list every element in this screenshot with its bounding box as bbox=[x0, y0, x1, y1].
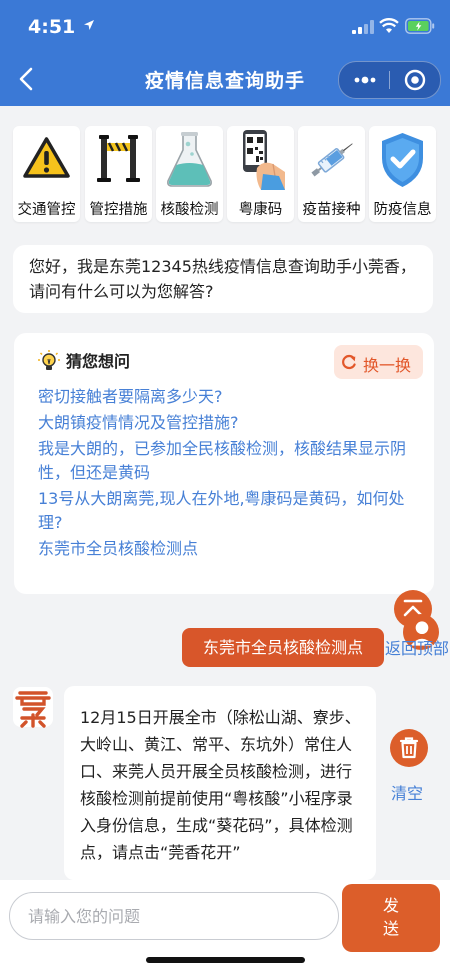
refresh-icon bbox=[342, 354, 356, 370]
greeting-message: 您好，我是东莞12345热线疫情信息查询助手小莞香，请问有什么可以为您解答? bbox=[13, 245, 433, 313]
shortcut-grid: 交通管控 管控措施 核酸检测 粤康码 疫苗接种 防疫信息 bbox=[13, 126, 439, 224]
mini-program-capsule bbox=[338, 61, 441, 99]
more-options-button[interactable] bbox=[351, 69, 379, 91]
refresh-suggestions-button[interactable]: 换一换 bbox=[334, 345, 423, 379]
question-link[interactable]: 13号从大朗离莞,现人在外地,粤康码是黄码，如何处理? bbox=[38, 487, 416, 535]
barrier-icon bbox=[97, 135, 140, 182]
question-input[interactable] bbox=[9, 892, 339, 940]
shortcut-traffic-control[interactable]: 交通管控 bbox=[13, 126, 80, 222]
close-program-button[interactable] bbox=[402, 69, 428, 91]
bot-avatar bbox=[13, 687, 53, 728]
bot-message-bubble: 12月15日开展全市（除松山湖、寮步、大岭山、黄江、常平、东坑外）常住人口、来莞… bbox=[64, 686, 376, 880]
question-link[interactable]: 密切接触者要隔离多少天? bbox=[38, 385, 416, 409]
send-button[interactable]: 发送 bbox=[342, 884, 440, 952]
back-to-top-label[interactable]: 返回顶部 bbox=[385, 635, 449, 659]
capsule-divider bbox=[389, 71, 390, 89]
question-link[interactable]: 大朗镇疫情情况及管控措施? bbox=[38, 411, 416, 435]
location-arrow-icon bbox=[84, 20, 94, 30]
suggested-questions-card: 猜您想问 换一换 密切接触者要隔离多少天? 大朗镇疫情情况及管控措施? 我是大朗… bbox=[14, 333, 434, 594]
user-message-bubble: 东莞市全员核酸检测点 bbox=[182, 628, 384, 667]
shortcut-label: 管控措施 bbox=[89, 202, 148, 218]
signal-icon bbox=[352, 20, 374, 34]
app-header: 4:51 疫情信息查询助手 bbox=[0, 0, 450, 106]
flask-icon bbox=[167, 132, 212, 187]
shortcut-health-code[interactable]: 粤康码 bbox=[227, 126, 294, 222]
shortcut-label: 防疫信息 bbox=[373, 202, 432, 218]
home-indicator bbox=[146, 957, 305, 963]
trash-icon bbox=[399, 737, 419, 759]
warning-sign-icon bbox=[23, 137, 70, 178]
shortcut-label: 疫苗接种 bbox=[302, 202, 361, 218]
qr-phone-icon bbox=[243, 130, 285, 190]
shortcut-prevention-info[interactable]: 防疫信息 bbox=[369, 126, 436, 222]
question-link[interactable]: 东莞市全员核酸检测点 bbox=[38, 537, 416, 561]
shortcut-label: 交通管控 bbox=[17, 202, 76, 218]
send-label: 发送 bbox=[382, 896, 399, 938]
status-time: 4:51 bbox=[28, 16, 76, 38]
wifi-icon bbox=[379, 18, 399, 33]
suggested-questions-title: 猜您想问 bbox=[66, 352, 131, 371]
shortcut-nucleic-test[interactable]: 核酸检测 bbox=[156, 126, 223, 222]
syringe-icon bbox=[311, 143, 353, 177]
clear-chat-button[interactable] bbox=[390, 729, 428, 767]
battery-icon bbox=[405, 18, 435, 34]
shield-check-icon bbox=[382, 133, 423, 187]
shortcut-vaccination[interactable]: 疫苗接种 bbox=[298, 126, 365, 222]
lightbulb-icon bbox=[38, 350, 60, 370]
refresh-label: 换一换 bbox=[363, 356, 412, 375]
question-link[interactable]: 我是大朗的，已参加全民核酸检测，核酸结果显示阴性，但还是黄码 bbox=[38, 437, 416, 485]
shortcut-control-measures[interactable]: 管控措施 bbox=[85, 126, 152, 222]
shortcut-label: 粤康码 bbox=[238, 202, 283, 218]
question-list: 密切接触者要隔离多少天? 大朗镇疫情情况及管控措施? 我是大朗的，已参加全民核酸… bbox=[38, 385, 416, 563]
shortcut-label: 核酸检测 bbox=[160, 202, 219, 218]
clear-chat-label[interactable]: 清空 bbox=[391, 780, 423, 804]
